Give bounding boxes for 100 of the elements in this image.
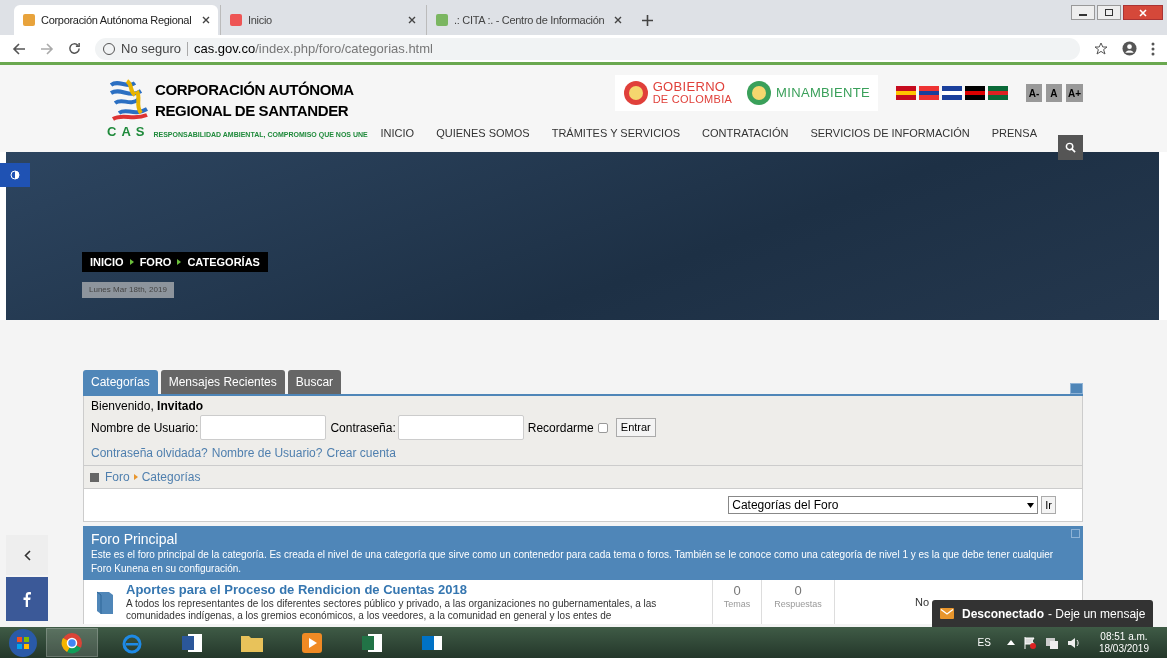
go-button[interactable]: Ir bbox=[1041, 496, 1056, 514]
field-label: Recordarme bbox=[527, 419, 594, 437]
close-icon[interactable] bbox=[614, 16, 622, 24]
username-field[interactable] bbox=[200, 415, 327, 440]
nav-link[interactable]: CONTRATACIÓN bbox=[702, 125, 789, 142]
flag-icon[interactable] bbox=[918, 86, 939, 100]
clock-time[interactable]: 08:51 a.m. bbox=[1100, 630, 1148, 643]
star-icon[interactable] bbox=[1094, 41, 1108, 56]
contrast-icon bbox=[10, 170, 20, 180]
document-app-icon bbox=[181, 632, 203, 653]
topic-label: Temas bbox=[723, 599, 751, 610]
login-button[interactable]: Entrar bbox=[615, 418, 656, 437]
flag-icon[interactable] bbox=[941, 86, 962, 100]
chat-status: Desconectado bbox=[962, 605, 1045, 623]
topic-count: 0 bbox=[733, 583, 741, 599]
field-label: Nombre de Usuario: bbox=[91, 419, 199, 437]
partner-name: MINAMBIENTE bbox=[776, 87, 870, 99]
logo-title: REGIONAL DE SANTANDER bbox=[155, 101, 350, 121]
nav-link[interactable]: TRÁMITES Y SERVICIOS bbox=[551, 125, 681, 142]
nav-link[interactable]: INICIO bbox=[380, 125, 415, 142]
close-icon bbox=[1139, 8, 1147, 17]
security-label: No seguro bbox=[121, 39, 181, 58]
start-button[interactable] bbox=[8, 627, 38, 658]
remember-checkbox[interactable] bbox=[597, 422, 608, 433]
arrow-icon bbox=[133, 474, 138, 480]
menu-icon[interactable] bbox=[1151, 41, 1155, 56]
forum-tab[interactable]: Mensajes Recientes bbox=[160, 370, 285, 394]
favicon-icon bbox=[229, 13, 243, 27]
url-text: cas.gov.co/index.php/foro/categorias.html bbox=[194, 39, 433, 58]
tray-arrow-icon[interactable] bbox=[1006, 640, 1015, 645]
back-icon[interactable] bbox=[12, 41, 26, 56]
clock-date[interactable]: 18/03/2019 bbox=[1098, 642, 1149, 655]
forum-icon bbox=[90, 472, 99, 482]
font-size-button[interactable]: A+ bbox=[1065, 84, 1083, 102]
breadcrumb-link[interactable]: FORO bbox=[139, 253, 172, 271]
font-size-button[interactable]: A- bbox=[1025, 84, 1042, 102]
favicon-icon bbox=[435, 13, 449, 27]
password-field[interactable] bbox=[397, 415, 524, 440]
browser-icon bbox=[61, 631, 83, 654]
breadcrumb-link[interactable]: Foro bbox=[105, 468, 130, 486]
flag-icon[interactable] bbox=[987, 86, 1008, 100]
nav-link[interactable]: SERVICIOS DE INFORMACIÓN bbox=[810, 125, 970, 142]
chat-action: - Deje un mensaje bbox=[1048, 605, 1146, 623]
category-title[interactable]: Aportes para el Proceso de Rendicion de Cuentas 2018 bbox=[126, 580, 708, 598]
search-button[interactable] bbox=[1058, 135, 1083, 160]
taskbar-button[interactable] bbox=[46, 628, 98, 657]
flag-icon[interactable] bbox=[1022, 635, 1037, 650]
minimize-button[interactable] bbox=[1071, 5, 1095, 20]
close-button[interactable] bbox=[1123, 5, 1163, 20]
category-description: A todos los representantes de los diferentes sectores público y privado, a las organizaciones no gubernamentales, a las comunidades indígenas, a los gremios económicos, a los veedores, a la comunidad en general y los entes de bbox=[126, 598, 658, 622]
close-icon[interactable] bbox=[408, 16, 416, 24]
breadcrumb-link[interactable]: Categorías bbox=[141, 468, 201, 486]
account-icon[interactable] bbox=[1122, 41, 1137, 56]
spreadsheet-app-icon bbox=[361, 632, 383, 653]
close-icon[interactable] bbox=[202, 16, 210, 24]
chat-widget[interactable]: Desconectado - Deje un mensaje bbox=[932, 600, 1154, 627]
logo-icon bbox=[107, 79, 151, 123]
nav-link[interactable]: QUIENES SOMOS bbox=[436, 125, 530, 142]
section-description: Este es el foro principal de la categoría. Es creada el nivel de una categoría que sirve como un contenedor para cada tema o foros. También se le conoce como una categoría de nivel 1 y es la que debe tener cualquier Foro Kunena en su configuración. bbox=[91, 548, 1055, 576]
date-label: Lunes Mar 18th, 2019 bbox=[82, 282, 174, 298]
address-bar[interactable]: No seguro cas.gov.co/index.php/foro/categorias.html bbox=[95, 37, 1080, 60]
partner-name: GOBIERNO bbox=[652, 81, 727, 93]
reply-label: Respuestas bbox=[774, 599, 822, 610]
nav-link[interactable]: PRENSA bbox=[991, 125, 1037, 142]
search-icon bbox=[1065, 142, 1076, 153]
arrow-icon bbox=[177, 259, 182, 265]
book-icon bbox=[95, 590, 115, 614]
reload-icon[interactable] bbox=[68, 42, 81, 55]
breadcrumb-link[interactable]: CATEGORÍAS bbox=[187, 253, 260, 271]
browser-tab[interactable]: Corporación Autónoma Regional bbox=[14, 5, 218, 35]
facebook-icon bbox=[23, 591, 31, 607]
tab-title: Inicio bbox=[248, 12, 273, 28]
network-icon[interactable] bbox=[1044, 635, 1059, 650]
welcome-text: Bienvenido, Invitado bbox=[91, 398, 205, 415]
link[interactable]: Nombre de Usuario? bbox=[211, 444, 323, 462]
arrow-icon bbox=[129, 259, 134, 265]
section-title: Foro Principal bbox=[91, 530, 179, 548]
logo-title: CORPORACIÓN AUTÓNOMA bbox=[155, 80, 354, 100]
flag-icon[interactable] bbox=[964, 86, 985, 100]
contrast-button[interactable] bbox=[0, 163, 30, 187]
media-player-icon bbox=[302, 632, 322, 653]
tab-title: .: CITA :. - Centro de Información bbox=[454, 12, 606, 28]
reply-count: 0 bbox=[794, 583, 802, 599]
link[interactable]: Contraseña olvidada? bbox=[91, 444, 208, 462]
facebook-button[interactable] bbox=[6, 577, 48, 621]
partner-name: DE COLOMBIA bbox=[652, 93, 733, 105]
font-size-button[interactable]: A bbox=[1045, 84, 1062, 102]
dropdown-icon bbox=[1027, 502, 1035, 508]
tab-title: Corporación Autónoma Regional bbox=[41, 12, 193, 28]
breadcrumb-link[interactable]: INICIO bbox=[90, 253, 124, 271]
chevron-left-icon bbox=[23, 549, 31, 561]
plus-icon bbox=[641, 14, 653, 26]
link[interactable]: Crear cuenta bbox=[326, 444, 396, 462]
last-post-text: No bbox=[915, 594, 930, 610]
speaker-icon[interactable] bbox=[1066, 635, 1081, 650]
restore-button[interactable] bbox=[1097, 5, 1121, 20]
language-indicator[interactable]: ES bbox=[977, 635, 991, 650]
forum-tab[interactable]: Buscar bbox=[287, 370, 342, 394]
category-select[interactable]: Categorías del Foro bbox=[728, 496, 1039, 514]
forum-tab[interactable]: Categorías bbox=[83, 370, 158, 394]
